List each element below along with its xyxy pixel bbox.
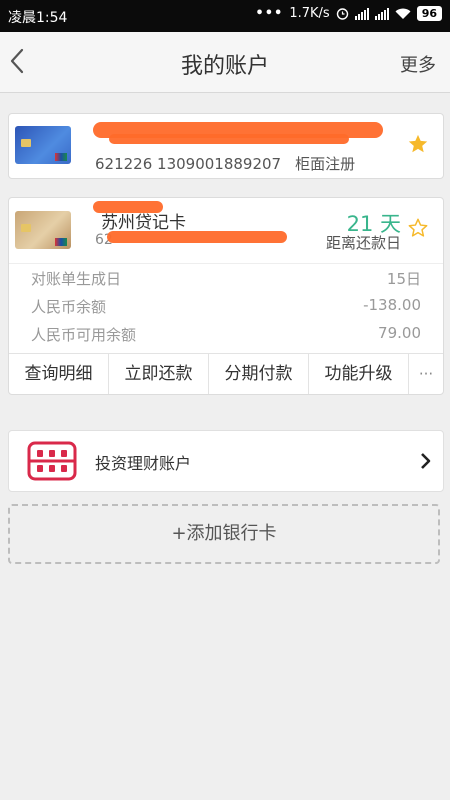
card-details: 对账单生成日 15日 人民币余额 -138.00 人民币可用余额 79.00 (9, 263, 443, 348)
notification-dots: ••• (255, 6, 284, 21)
card-number: 621226 1309001889207 柜面注册 (95, 155, 356, 173)
investment-account-label: 投资理财账户 (95, 454, 192, 473)
status-time: 凌晨1:54 (8, 10, 68, 26)
detail-value: 15日 (386, 270, 421, 288)
alarm-icon (336, 8, 348, 20)
query-details-button[interactable]: 查询明细 (9, 354, 109, 394)
card-image (15, 126, 71, 164)
app-header: 我的账户 更多 (0, 32, 450, 93)
card-actions: 查询明细 立即还款 分期付款 功能升级 ··· (9, 353, 443, 394)
card-image (15, 211, 71, 249)
detail-value: -138.00 (363, 296, 421, 314)
installment-button[interactable]: 分期付款 (209, 354, 309, 394)
status-bar: 凌晨1:54 ••• 1.7K/s 96 (0, 0, 450, 32)
repay-now-button[interactable]: 立即还款 (109, 354, 209, 394)
detail-label: 对账单生成日 (31, 270, 122, 288)
add-bank-card-button[interactable]: +添加银行卡 (8, 504, 440, 564)
star-outline-icon[interactable] (407, 217, 429, 239)
detail-value: 79.00 (378, 324, 421, 342)
network-speed: 1.7K/s (289, 6, 330, 21)
detail-row: 人民币余额 -138.00 (9, 292, 443, 320)
registration-type: 柜面注册 (295, 155, 356, 173)
chevron-right-icon (421, 453, 431, 469)
bank-card-credit[interactable]: 苏州贷记卡 62 21 天 距离还款日 对账单生成日 15日 人民币余额 -13… (8, 197, 444, 395)
signal-icon-2 (374, 7, 389, 20)
battery-icon: 96 (416, 6, 442, 21)
signal-icon (354, 7, 369, 20)
star-filled-icon[interactable] (407, 133, 429, 155)
abacus-icon (27, 441, 77, 481)
bank-card-debit[interactable]: 621226 1309001889207 柜面注册 (8, 113, 444, 179)
redaction-mark-2 (107, 231, 287, 243)
redaction-mark-2 (109, 134, 349, 144)
detail-row: 对账单生成日 15日 (9, 264, 443, 292)
page-title: 我的账户 (180, 54, 269, 79)
wifi-icon (395, 8, 411, 19)
detail-row: 人民币可用余额 79.00 (9, 320, 443, 348)
days-until-repayment-label: 距离还款日 (325, 234, 401, 252)
upgrade-button[interactable]: 功能升级 (309, 354, 409, 394)
more-actions-button[interactable]: ··· (409, 354, 443, 394)
investment-account-item[interactable]: 投资理财账户 (8, 430, 444, 492)
more-button[interactable]: 更多 (400, 51, 436, 77)
detail-label: 人民币余额 (31, 298, 107, 316)
card-name: 苏州贷记卡 (101, 213, 186, 233)
detail-label: 人民币可用余额 (31, 326, 137, 344)
